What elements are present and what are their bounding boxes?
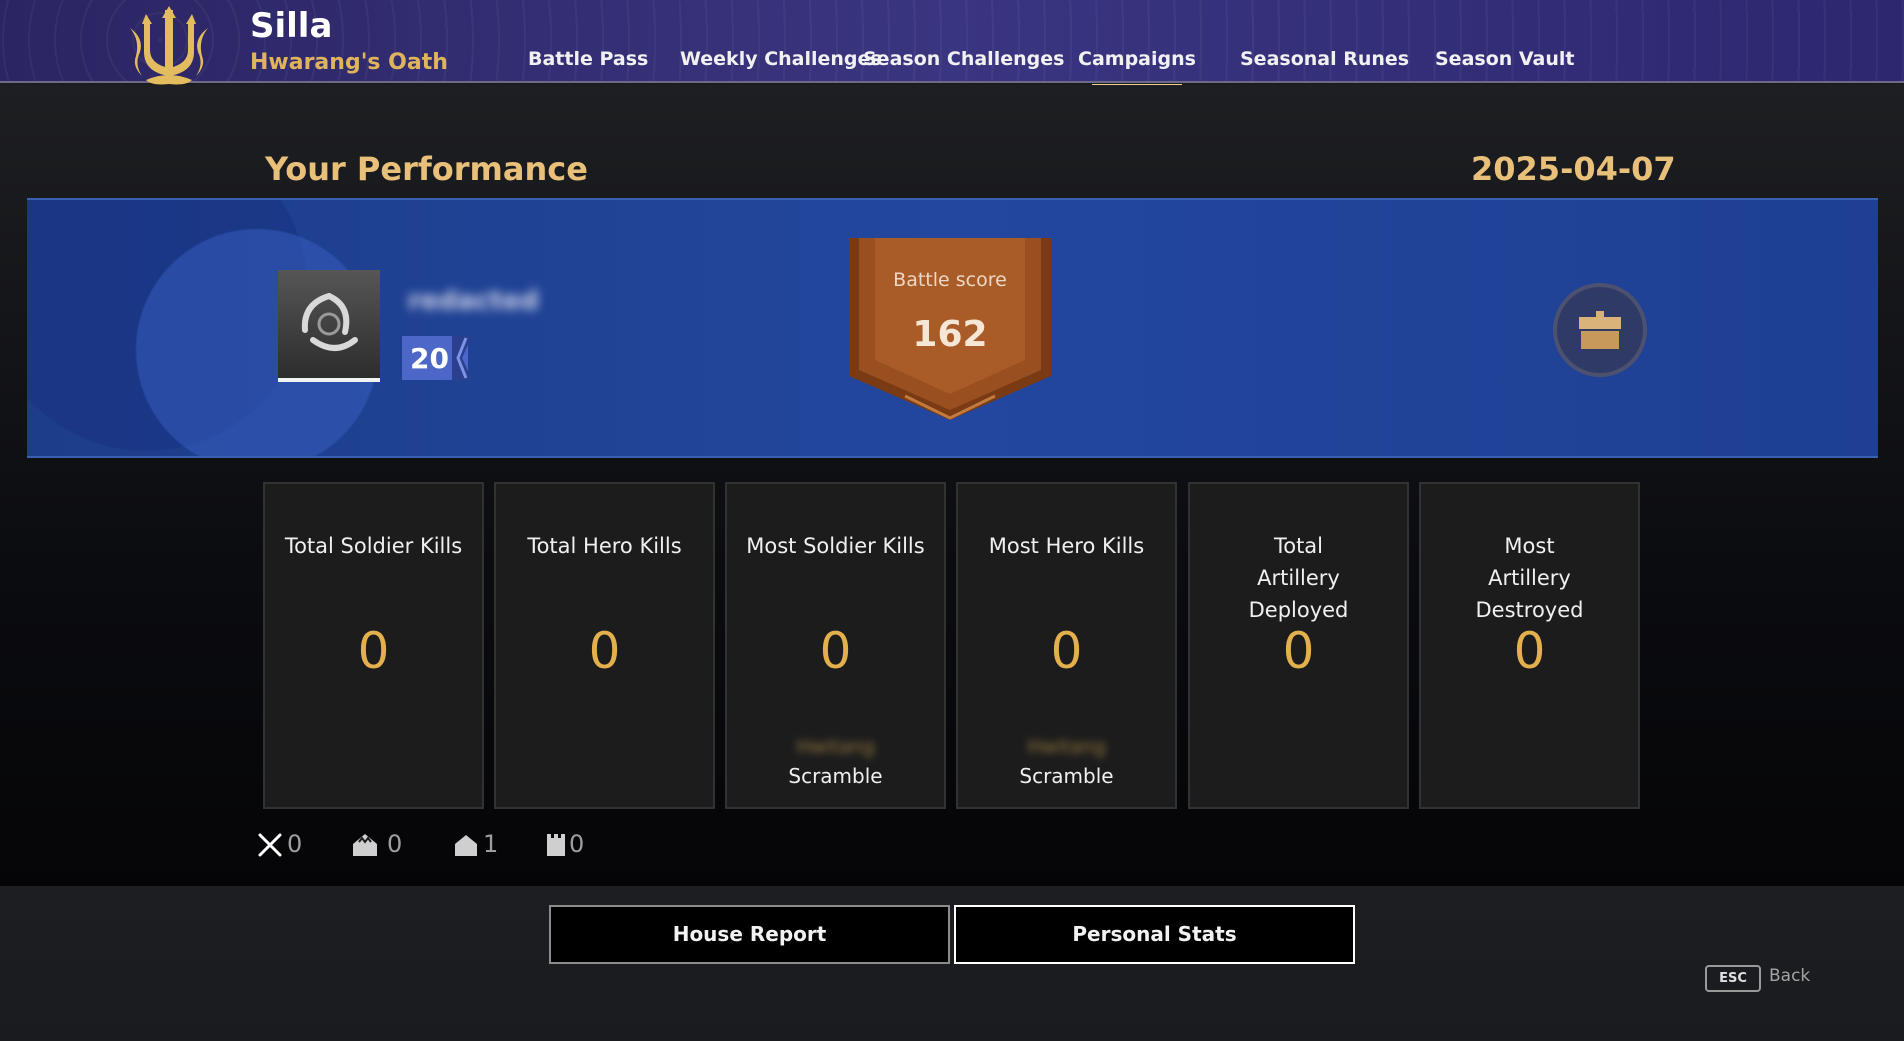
stat-value: 0 <box>819 622 852 680</box>
stat-value: 0 <box>1050 622 1083 680</box>
crown-house-icon <box>353 834 377 856</box>
resource-value: 0 <box>569 830 585 858</box>
app-title: Silla <box>250 6 333 46</box>
stat-card-total-soldier-kills: Total Soldier Kills 0 <box>263 482 484 809</box>
crossed-swords-icon <box>258 833 282 857</box>
triskele-emblem-icon <box>301 293 358 351</box>
stat-mode: Scramble <box>1019 764 1114 788</box>
esc-key-hint: ESC <box>1705 965 1761 992</box>
stat-title: Total Soldier Kills <box>284 534 463 558</box>
stat-card-most-hero-kills: Most Hero Kills 0 Hwitang Scramble <box>956 482 1177 809</box>
report-date: 2025-04-07 <box>1471 150 1676 188</box>
battle-score-label: Battle score <box>893 269 1007 291</box>
stat-title: Most Hero Kills <box>988 534 1145 558</box>
footer-bar <box>0 886 1904 1041</box>
stat-title: Most Artillery Destroyed <box>1475 534 1584 622</box>
resource-value: 0 <box>287 830 303 858</box>
tab-weekly-challenges[interactable]: Weekly Challenges <box>680 48 882 70</box>
stat-title: Most Soldier Kills <box>746 534 925 558</box>
house-report-button[interactable]: House Report <box>549 905 950 964</box>
player-level: 20 <box>410 342 449 375</box>
rank-chevron-icon <box>452 336 472 380</box>
resource-value: 1 <box>483 830 499 858</box>
personal-stats-button[interactable]: Personal Stats <box>954 905 1355 964</box>
reward-chest-button[interactable] <box>1553 283 1647 377</box>
stat-card-most-artillery-destroyed: Most Artillery Destroyed 0 <box>1419 482 1640 809</box>
tab-season-challenges[interactable]: Season Challenges <box>863 48 1064 70</box>
stat-value: 0 <box>1513 622 1546 680</box>
tab-campaigns[interactable]: Campaigns <box>1078 48 1196 88</box>
stat-hero-name: Hwitang <box>796 736 875 758</box>
reward-chest-icon <box>1579 311 1621 349</box>
stat-title: Total Artillery Deployed <box>1248 534 1349 622</box>
stat-hero-name: Hwitang <box>1027 736 1106 758</box>
stat-card-total-hero-kills: Total Hero Kills 0 <box>494 482 715 809</box>
stat-value: 0 <box>588 622 621 680</box>
top-bar: Silla Hwarang's Oath Battle Pass Weekly … <box>0 0 1904 106</box>
tab-seasonal-runes[interactable]: Seasonal Runes <box>1240 48 1409 70</box>
resource-value: 0 <box>387 830 403 858</box>
tab-season-vault[interactable]: Season Vault <box>1435 48 1575 70</box>
section-title: Your Performance <box>265 150 588 188</box>
back-button[interactable]: Back <box>1769 966 1810 986</box>
avatar <box>278 270 380 382</box>
stat-card-most-soldier-kills: Most Soldier Kills 0 Hwitang Scramble <box>725 482 946 809</box>
battle-score-value: 162 <box>912 314 988 355</box>
tower-icon <box>547 834 565 856</box>
house-icon <box>455 835 477 856</box>
stat-title: Total Hero Kills <box>527 534 682 558</box>
level-badge: 20 <box>402 336 472 380</box>
app-subtitle: Hwarang's Oath <box>250 50 448 75</box>
stat-value: 0 <box>1282 622 1315 680</box>
stat-card-total-artillery-deployed: Total Artillery Deployed 0 <box>1188 482 1409 809</box>
player-name: redacted <box>408 286 539 316</box>
tab-battle-pass[interactable]: Battle Pass <box>528 48 648 70</box>
stat-mode: Scramble <box>788 764 883 788</box>
stat-value: 0 <box>357 622 390 680</box>
